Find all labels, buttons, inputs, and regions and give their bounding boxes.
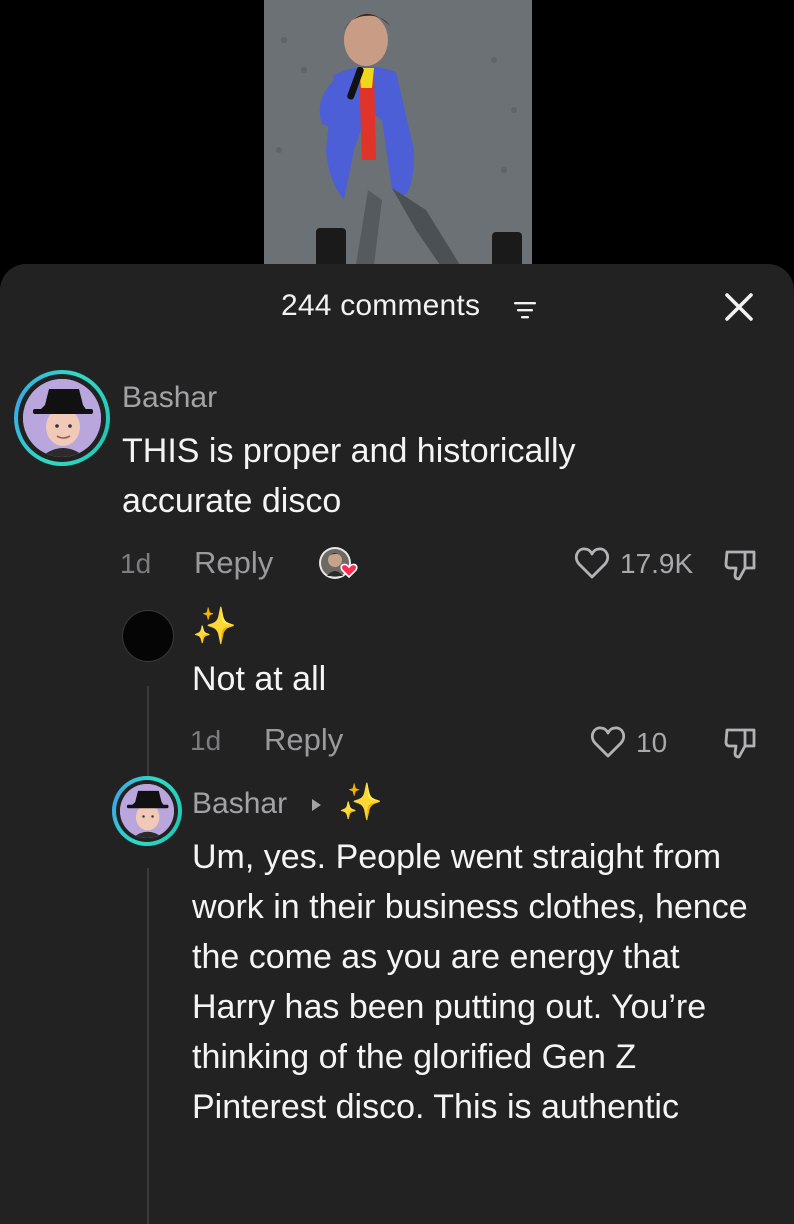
- reply-timestamp: 1d: [190, 725, 222, 756]
- avatar-image: [120, 784, 174, 838]
- dislike-icon[interactable]: [722, 722, 762, 762]
- performer-image: [264, 0, 532, 270]
- video-thumbnail[interactable]: [264, 0, 532, 270]
- creator-liked-badge: [318, 546, 358, 582]
- avatar-image: [23, 379, 101, 457]
- comment-timestamp: 1d: [120, 548, 152, 579]
- reply-text: Um, yes. People went straight from work …: [192, 838, 748, 1126]
- comments-header: 244 comments: [0, 264, 794, 348]
- like-count: 10: [636, 727, 668, 758]
- comment-username[interactable]: Bashar: [122, 380, 217, 416]
- like-heart-icon[interactable]: [574, 546, 610, 580]
- reply-button[interactable]: Reply: [264, 722, 343, 758]
- comments-count: 244 comments: [281, 289, 481, 322]
- thread-line: [147, 868, 149, 1224]
- avatar[interactable]: [122, 610, 174, 662]
- video-player[interactable]: [0, 0, 794, 280]
- filter-icon[interactable]: [513, 300, 537, 320]
- reply-button[interactable]: Reply: [194, 545, 273, 581]
- comments-sheet: 244 comments Bashar THIS is proper and h…: [0, 264, 794, 1224]
- reply-username[interactable]: Bashar: [192, 786, 287, 822]
- reply-username[interactable]: ✨: [192, 608, 237, 644]
- avatar[interactable]: [14, 370, 110, 466]
- like-heart-icon[interactable]: [590, 725, 626, 759]
- like-count: 17.9K: [620, 548, 694, 579]
- reply-text: Not at all: [192, 660, 327, 698]
- avatar[interactable]: [112, 776, 182, 846]
- close-icon[interactable]: [722, 290, 756, 324]
- comment-text: THIS is proper and historically accurate…: [122, 432, 576, 520]
- dislike-icon[interactable]: [722, 544, 762, 584]
- thread-line: [147, 686, 149, 778]
- creator-avatar-icon: [319, 547, 358, 579]
- reply-to-username[interactable]: ✨: [338, 784, 383, 820]
- reply-arrow-icon: [312, 799, 321, 811]
